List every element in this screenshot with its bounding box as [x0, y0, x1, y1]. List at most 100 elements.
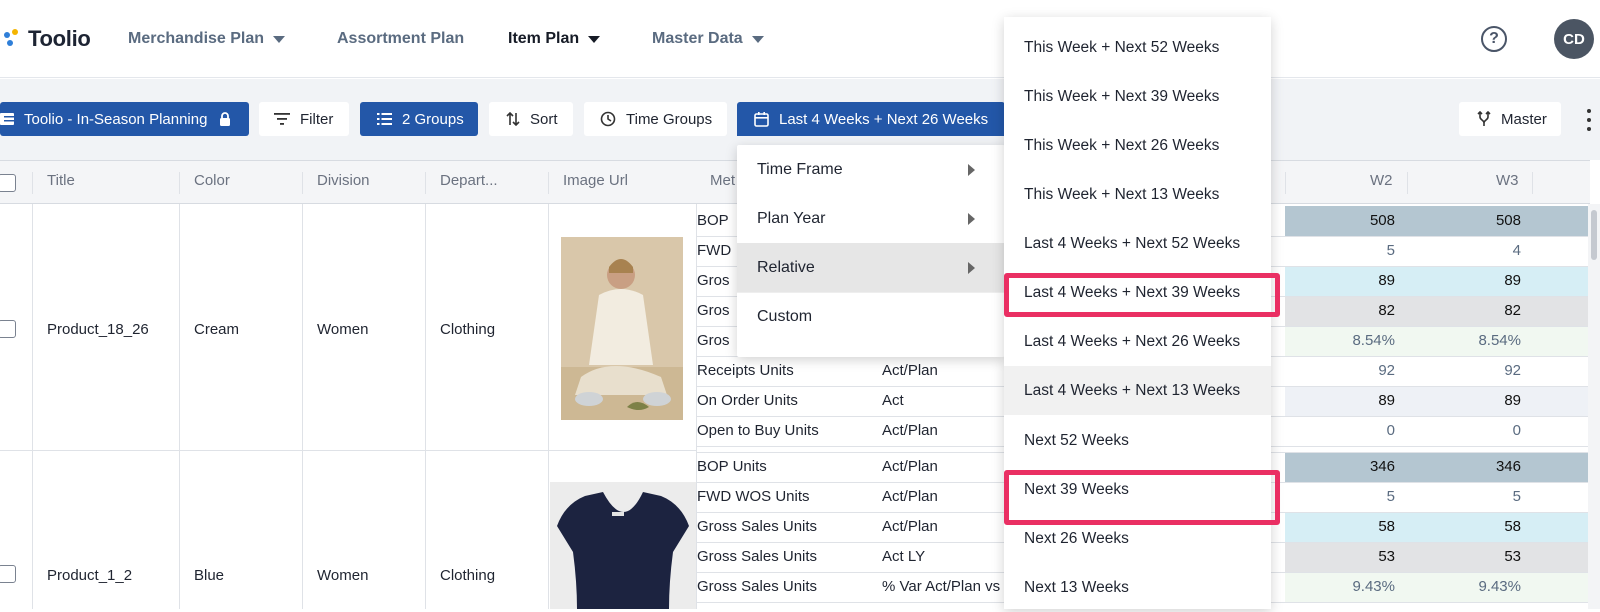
product-division[interactable]: Women [317, 567, 368, 584]
metric-label: Gross Sales Units [697, 518, 818, 535]
value-w3[interactable]: 508 [1421, 212, 1521, 229]
column-header-department[interactable]: Depart... [440, 172, 498, 189]
groups-button[interactable]: 2 Groups [360, 102, 478, 136]
column-header-w2[interactable]: W2 [1370, 172, 1393, 189]
time-groups-label: Time Groups [626, 110, 713, 128]
value-w2[interactable]: 5 [1295, 488, 1395, 505]
value-w2[interactable]: 5 [1295, 242, 1395, 259]
column-header-division[interactable]: Division [317, 172, 370, 189]
filter-button[interactable]: Filter [259, 102, 349, 136]
value-w3[interactable]: 5 [1421, 488, 1521, 505]
version-label: % Var Act/Plan vs [882, 578, 1001, 595]
value-w3[interactable]: 92 [1421, 362, 1521, 379]
value-w2[interactable]: 0 [1295, 422, 1395, 439]
version-label: Master [1501, 110, 1547, 128]
value-w3[interactable]: 0 [1421, 422, 1521, 439]
product-color[interactable]: Cream [194, 321, 239, 338]
metric-label: Gros [697, 332, 730, 349]
version-label: Act [882, 392, 904, 409]
nav-master-data[interactable]: Master Data [652, 27, 764, 51]
sort-label: Sort [530, 110, 558, 128]
value-w2[interactable]: 346 [1295, 458, 1395, 475]
product-image-cream-outfit[interactable] [561, 237, 683, 420]
help-icon[interactable]: ? [1481, 26, 1507, 52]
value-w2[interactable]: 508 [1295, 212, 1395, 229]
menu-item-time-frame[interactable]: Time Frame [737, 145, 1005, 194]
time-range-button[interactable]: Last 4 Weeks + Next 26 Weeks [737, 102, 1005, 136]
product-title[interactable]: Product_18_26 [47, 321, 149, 338]
value-w2[interactable]: 53 [1295, 548, 1395, 565]
column-header-color[interactable]: Color [194, 172, 230, 189]
value-w2[interactable]: 8.54% [1295, 332, 1395, 349]
value-w2[interactable]: 9.43% [1295, 578, 1395, 595]
option-next-52-weeks[interactable]: Next 52 Weeks [1004, 416, 1271, 465]
value-w2[interactable]: 58 [1295, 518, 1395, 535]
value-w3[interactable]: 53 [1421, 548, 1521, 565]
value-w2[interactable]: 89 [1295, 392, 1395, 409]
nav-label: Item Plan [508, 30, 580, 47]
option-this-week-next-26-weeks[interactable]: This Week + Next 26 Weeks [1004, 121, 1271, 170]
product-division[interactable]: Women [317, 321, 368, 338]
column-header-title[interactable]: Title [47, 172, 75, 189]
filter-label: Filter [300, 110, 334, 128]
option-this-week-next-39-weeks[interactable]: This Week + Next 39 Weeks [1004, 72, 1271, 121]
value-w3[interactable]: 89 [1421, 272, 1521, 289]
chevron-right-icon [968, 164, 975, 176]
top-navigation-bar: Toolio Merchandise Plan Assortment Plan … [0, 0, 1600, 78]
nav-assortment-plan[interactable]: Assortment Plan [337, 27, 464, 51]
column-header-metric[interactable]: Met [710, 172, 735, 189]
value-w3[interactable]: 4 [1421, 242, 1521, 259]
highlight-box-last-4-next-39 [1004, 273, 1280, 317]
value-w3[interactable]: 9.43% [1421, 578, 1521, 595]
toolio-logo[interactable]: Toolio [4, 22, 91, 56]
option-this-week-next-52-weeks[interactable]: This Week + Next 52 Weeks [1004, 23, 1271, 72]
menu-item-custom[interactable]: Custom [737, 292, 1005, 341]
nav-label: Master Data [652, 30, 743, 47]
row-checkbox[interactable] [0, 565, 16, 583]
version-label: Act/Plan [882, 422, 938, 439]
chevron-down-icon [751, 35, 764, 43]
product-title[interactable]: Product_1_2 [47, 567, 132, 584]
nav-item-plan[interactable]: Item Plan [508, 27, 601, 51]
value-w3[interactable]: 82 [1421, 302, 1521, 319]
product-color[interactable]: Blue [194, 567, 224, 584]
version-label: Act/Plan [882, 362, 938, 379]
scrollbar-thumb[interactable] [1591, 210, 1597, 260]
view-selector-button[interactable]: Toolio - In-Season Planning [0, 102, 249, 136]
product-department[interactable]: Clothing [440, 567, 495, 584]
option-last-4-weeks-next-52-weeks[interactable]: Last 4 Weeks + Next 52 Weeks [1004, 219, 1271, 268]
version-button[interactable]: Master [1459, 102, 1561, 136]
value-w3[interactable]: 58 [1421, 518, 1521, 535]
version-label: Act/Plan [882, 488, 938, 505]
value-w2[interactable]: 82 [1295, 302, 1395, 319]
column-header-w3[interactable]: W3 [1496, 172, 1519, 189]
option-next-13-weeks[interactable]: Next 13 Weeks [1004, 563, 1271, 612]
option-last-4-weeks-next-26-weeks[interactable]: Last 4 Weeks + Next 26 Weeks [1004, 317, 1271, 366]
time-groups-button[interactable]: Time Groups [584, 102, 727, 136]
value-w2[interactable]: 92 [1295, 362, 1395, 379]
vertical-scrollbar[interactable] [1588, 204, 1600, 609]
product-image-blue-top[interactable] [550, 482, 696, 609]
row-checkbox[interactable] [0, 320, 16, 338]
sort-button[interactable]: Sort [489, 102, 573, 136]
version-label: Act/Plan [882, 518, 938, 535]
time-range-label: Last 4 Weeks + Next 26 Weeks [779, 110, 989, 128]
select-all-checkbox[interactable] [0, 174, 16, 192]
chevron-right-icon [968, 213, 975, 225]
filter-icon [274, 113, 290, 125]
value-w3[interactable]: 346 [1421, 458, 1521, 475]
user-avatar[interactable]: CD [1554, 19, 1594, 59]
value-w2[interactable]: 89 [1295, 272, 1395, 289]
option-last-4-weeks-next-13-weeks[interactable]: Last 4 Weeks + Next 13 Weeks [1004, 366, 1271, 415]
column-header-image-url[interactable]: Image Url [563, 172, 628, 189]
value-w3[interactable]: 89 [1421, 392, 1521, 409]
more-options-icon[interactable] [1586, 109, 1592, 131]
product-department[interactable]: Clothing [440, 321, 495, 338]
value-w3[interactable]: 8.54% [1421, 332, 1521, 349]
metric-label: On Order Units [697, 392, 798, 409]
menu-item-plan-year[interactable]: Plan Year [737, 194, 1005, 243]
metric-label: Gros [697, 272, 730, 289]
nav-merchandise-plan[interactable]: Merchandise Plan [128, 27, 286, 51]
menu-item-relative[interactable]: Relative [737, 243, 1005, 292]
option-this-week-next-13-weeks[interactable]: This Week + Next 13 Weeks [1004, 170, 1271, 219]
